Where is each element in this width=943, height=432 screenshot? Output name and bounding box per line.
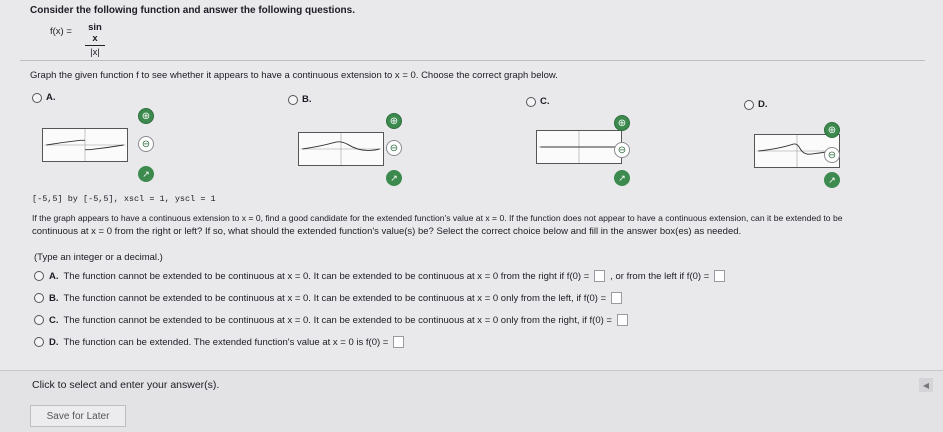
graph-b-plot	[300, 133, 382, 165]
graph-a	[42, 128, 128, 162]
function-fraction: sin x |x|	[85, 22, 105, 58]
choice-d-radio[interactable]	[34, 337, 44, 347]
instructions: Consider the following function and answ…	[30, 5, 355, 16]
zoom-out-icon[interactable]: ⊖	[614, 142, 630, 158]
part2-question-line1: If the graph appears to have a continuou…	[32, 213, 843, 223]
choice-d[interactable]: D. The function can be extended. The ext…	[34, 336, 405, 348]
radio-a[interactable]	[32, 92, 42, 103]
choice-b[interactable]: B. The function cannot be extended to be…	[34, 292, 623, 304]
option-a[interactable]: A.	[32, 92, 56, 103]
save-for-later-button[interactable]: Save for Later	[30, 405, 126, 427]
answer-box-right[interactable]	[594, 270, 606, 282]
part1-question: Graph the given function f to see whethe…	[30, 70, 558, 81]
choice-d-letter: D.	[49, 336, 59, 348]
enlarge-icon[interactable]: ↗	[614, 170, 630, 186]
zoom-out-icon[interactable]: ⊖	[138, 136, 154, 152]
choice-b-letter: B.	[49, 292, 59, 304]
choice-b-radio[interactable]	[34, 293, 44, 303]
zoom-out-icon[interactable]: ⊖	[824, 147, 840, 163]
choice-a[interactable]: A. The function cannot be extended to be…	[34, 270, 726, 282]
option-a-label: A.	[46, 92, 56, 103]
footer-prompt: Click to select and enter your answer(s)…	[32, 379, 220, 391]
zoom-out-icon[interactable]: ⊖	[386, 140, 402, 156]
graph-c	[536, 130, 622, 164]
option-c[interactable]: C.	[526, 96, 550, 107]
choice-c-letter: C.	[49, 314, 59, 326]
graph-b	[298, 132, 384, 166]
zoom-in-icon[interactable]: ⊕	[824, 122, 840, 138]
divider	[20, 60, 925, 61]
graph-c-plot	[538, 131, 620, 163]
choice-c-radio[interactable]	[34, 315, 44, 325]
zoom-in-icon[interactable]: ⊕	[386, 113, 402, 129]
answer-box[interactable]	[611, 292, 623, 304]
radio-c[interactable]	[526, 96, 536, 107]
function-lhs: f(x) =	[50, 26, 72, 37]
enlarge-icon[interactable]: ↗	[386, 170, 402, 186]
answer-box-left[interactable]	[714, 270, 726, 282]
choice-a-letter: A.	[49, 270, 59, 282]
choice-a-text2: , or from the left if f(0) =	[610, 270, 710, 282]
option-c-label: C.	[540, 96, 550, 107]
fraction-bar	[85, 45, 105, 46]
choice-c[interactable]: C. The function cannot be extended to be…	[34, 314, 628, 326]
function-numerator: sin x	[88, 22, 102, 44]
choice-d-text: The function can be extended. The extend…	[63, 336, 389, 348]
part2-question-line2: continuous at x = 0 from the right or le…	[32, 226, 742, 237]
enlarge-icon[interactable]: ↗	[824, 172, 840, 188]
choice-a-radio[interactable]	[34, 271, 44, 281]
choice-b-text: The function cannot be extended to be co…	[63, 292, 607, 304]
scroll-arrow-icon[interactable]: ◀	[919, 378, 933, 392]
graph-a-plot	[44, 129, 126, 161]
window-caption: [-5,5] by [-5,5], xscl = 1, yscl = 1	[32, 194, 216, 204]
choice-c-text: The function cannot be extended to be co…	[63, 314, 612, 326]
option-b[interactable]: B.	[288, 94, 312, 105]
radio-d[interactable]	[744, 99, 754, 110]
choice-a-text: The function cannot be extended to be co…	[63, 270, 590, 282]
zoom-in-icon[interactable]: ⊕	[614, 115, 630, 131]
enlarge-icon[interactable]: ↗	[138, 166, 154, 182]
zoom-in-icon[interactable]: ⊕	[138, 108, 154, 124]
answer-box[interactable]	[616, 314, 628, 326]
function-denominator: |x|	[90, 47, 100, 58]
option-b-label: B.	[302, 94, 312, 105]
answer-hint: (Type an integer or a decimal.)	[34, 252, 163, 263]
answer-box[interactable]	[393, 336, 405, 348]
radio-b[interactable]	[288, 94, 298, 105]
option-d[interactable]: D.	[744, 99, 768, 110]
option-d-label: D.	[758, 99, 768, 110]
